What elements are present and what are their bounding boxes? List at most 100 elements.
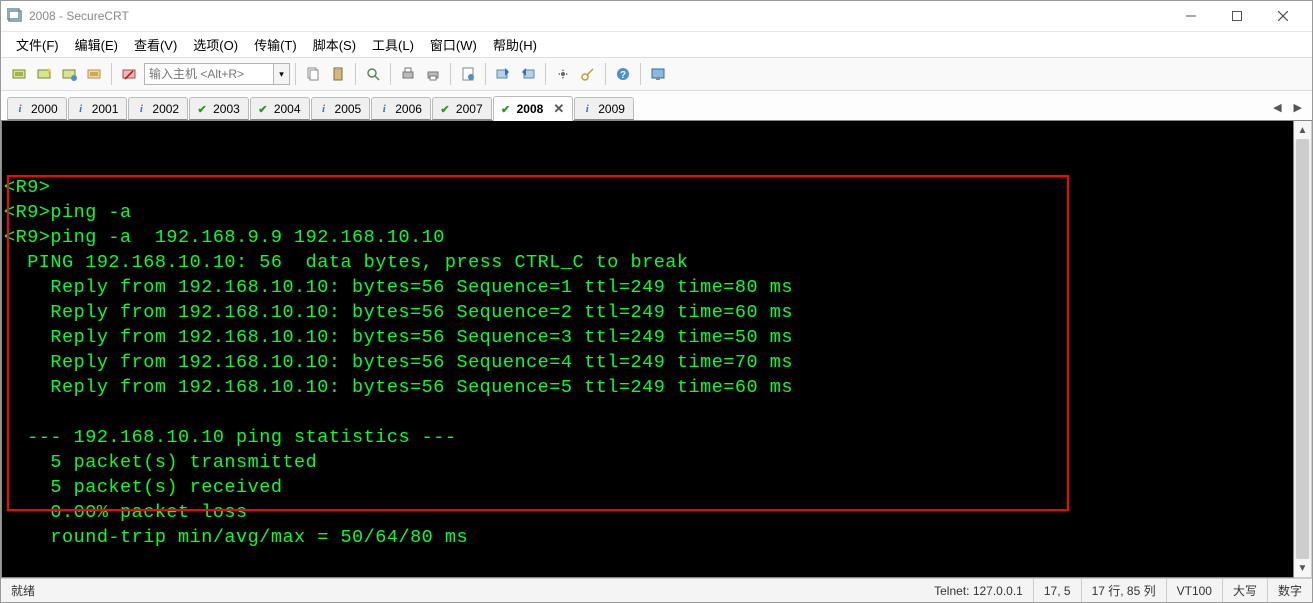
- menu-item[interactable]: 帮助(H): [486, 32, 544, 57]
- tab-label: 2002: [152, 102, 179, 116]
- terminal-line: [4, 400, 1291, 425]
- terminal-line: round-trip min/avg/max = 50/64/80 ms: [4, 525, 1291, 550]
- tab-label: 2005: [335, 102, 362, 116]
- terminal-line: 5 packet(s) transmitted: [4, 450, 1291, 475]
- session-tab[interactable]: ✔ 2007: [432, 97, 492, 120]
- session-tab[interactable]: i 2000: [7, 97, 67, 120]
- quick-connect-icon[interactable]: [32, 62, 56, 86]
- scroll-down-icon[interactable]: ▼: [1294, 559, 1311, 577]
- menu-item[interactable]: 工具(L): [365, 32, 421, 57]
- status-protocol: Telnet: 127.0.0.1: [924, 579, 1034, 602]
- check-icon: ✔: [499, 102, 513, 116]
- terminal-line: Reply from 192.168.10.10: bytes=56 Seque…: [4, 275, 1291, 300]
- tab-label: 2009: [598, 102, 625, 116]
- window-title: 2008 - SecureCRT: [29, 9, 129, 23]
- menu-bar: 文件(F)编辑(E)查看(V)选项(O)传输(T)脚本(S)工具(L)窗口(W)…: [1, 31, 1312, 57]
- terminal-line: PING 192.168.10.10: 56 data bytes, press…: [4, 250, 1291, 275]
- options-icon[interactable]: [551, 62, 575, 86]
- terminal-line: Reply from 192.168.10.10: bytes=56 Seque…: [4, 325, 1291, 350]
- send-icon[interactable]: [491, 62, 515, 86]
- session-tab[interactable]: i 2001: [68, 97, 128, 120]
- info-icon: i: [580, 102, 594, 116]
- check-icon: ✔: [195, 102, 209, 116]
- menu-item[interactable]: 编辑(E): [68, 32, 125, 57]
- connect-bar-icon[interactable]: [57, 62, 81, 86]
- menu-item[interactable]: 查看(V): [127, 32, 184, 57]
- info-icon: i: [377, 102, 391, 116]
- tab-label: 2008: [517, 102, 544, 116]
- print-icon[interactable]: [396, 62, 420, 86]
- tab-label: 2000: [31, 102, 58, 116]
- menu-item[interactable]: 选项(O): [186, 32, 245, 57]
- minimize-button[interactable]: [1168, 1, 1214, 31]
- app-icon: [7, 8, 23, 24]
- check-icon: ✔: [256, 102, 270, 116]
- status-ready: 就绪: [1, 579, 45, 602]
- session-tab[interactable]: i 2002: [128, 97, 188, 120]
- disconnect-icon[interactable]: [117, 62, 141, 86]
- tab-label: 2003: [213, 102, 240, 116]
- session-tab[interactable]: ✔ 2008 ✕: [493, 96, 574, 121]
- terminal-line: [4, 550, 1291, 575]
- tab-close-icon[interactable]: ✕: [553, 101, 564, 117]
- key-icon[interactable]: [576, 62, 600, 86]
- session-tab[interactable]: ✔ 2003: [189, 97, 249, 120]
- help-icon[interactable]: ?: [611, 62, 635, 86]
- toolbar: ▾ ?: [1, 57, 1312, 91]
- tab-label: 2001: [92, 102, 119, 116]
- close-button[interactable]: [1260, 1, 1306, 31]
- session-tab[interactable]: i 2006: [371, 97, 431, 120]
- menu-item[interactable]: 脚本(S): [306, 32, 363, 57]
- info-icon: i: [317, 102, 331, 116]
- connect-icon[interactable]: [7, 62, 31, 86]
- session-tab[interactable]: i 2009: [574, 97, 634, 120]
- find-icon[interactable]: [361, 62, 385, 86]
- vertical-scrollbar[interactable]: ▲ ▼: [1294, 121, 1312, 578]
- terminal-line: --- 192.168.10.10 ping statistics ---: [4, 425, 1291, 450]
- menu-item[interactable]: 传输(T): [247, 32, 304, 57]
- scrollbar-thumb[interactable]: [1296, 139, 1309, 559]
- terminal-line: <R9>: [4, 575, 1291, 578]
- session-tab[interactable]: i 2005: [311, 97, 371, 120]
- terminal[interactable]: <R9><R9>ping -a<R9>ping -a 192.168.9.9 1…: [1, 121, 1294, 578]
- status-num: 数字: [1268, 579, 1312, 602]
- session-tab[interactable]: ✔ 2004: [250, 97, 310, 120]
- terminal-line: Reply from 192.168.10.10: bytes=56 Seque…: [4, 375, 1291, 400]
- scroll-up-icon[interactable]: ▲: [1294, 121, 1311, 139]
- copy-icon[interactable]: [301, 62, 325, 86]
- status-caps: 大写: [1223, 579, 1268, 602]
- host-field[interactable]: ▾: [144, 63, 290, 85]
- screen-icon[interactable]: [646, 62, 670, 86]
- tab-scroll-left-icon[interactable]: ◀: [1269, 99, 1285, 116]
- svg-text:?: ?: [620, 70, 626, 81]
- menu-item[interactable]: 文件(F): [9, 32, 66, 57]
- tab-label: 2004: [274, 102, 301, 116]
- menu-item[interactable]: 窗口(W): [423, 32, 484, 57]
- status-size: 17 行, 85 列: [1082, 579, 1167, 602]
- print-screen-icon[interactable]: [421, 62, 445, 86]
- info-icon: i: [74, 102, 88, 116]
- terminal-line: Reply from 192.168.10.10: bytes=56 Seque…: [4, 350, 1291, 375]
- status-cursor: 17, 5: [1034, 579, 1082, 602]
- maximize-button[interactable]: [1214, 1, 1260, 31]
- host-dropdown-icon[interactable]: ▾: [274, 63, 290, 85]
- status-emulation: VT100: [1167, 579, 1223, 602]
- terminal-line: 0.00% packet loss: [4, 500, 1291, 525]
- info-icon: i: [13, 102, 27, 116]
- terminal-wrap: <R9><R9>ping -a<R9>ping -a 192.168.9.9 1…: [1, 121, 1312, 578]
- terminal-line: 5 packet(s) received: [4, 475, 1291, 500]
- tab-label: 2006: [395, 102, 422, 116]
- tab-strip: i 2000 i 2001 i 2002 ✔ 2003 ✔ 2004 i 2005 i 2006 ✔ 2007…: [1, 91, 1312, 121]
- check-icon: ✔: [438, 102, 452, 116]
- paste-icon[interactable]: [326, 62, 350, 86]
- terminal-line: <R9>ping -a 192.168.9.9 192.168.10.10: [4, 225, 1291, 250]
- reconnect-icon[interactable]: [82, 62, 106, 86]
- properties-icon[interactable]: [456, 62, 480, 86]
- info-icon: i: [134, 102, 148, 116]
- receive-icon[interactable]: [516, 62, 540, 86]
- tab-scroll-right-icon[interactable]: ▶: [1290, 99, 1306, 116]
- title-bar: 2008 - SecureCRT: [1, 1, 1312, 31]
- tab-label: 2007: [456, 102, 483, 116]
- terminal-line: <R9>: [4, 175, 1291, 200]
- host-input[interactable]: [144, 63, 274, 85]
